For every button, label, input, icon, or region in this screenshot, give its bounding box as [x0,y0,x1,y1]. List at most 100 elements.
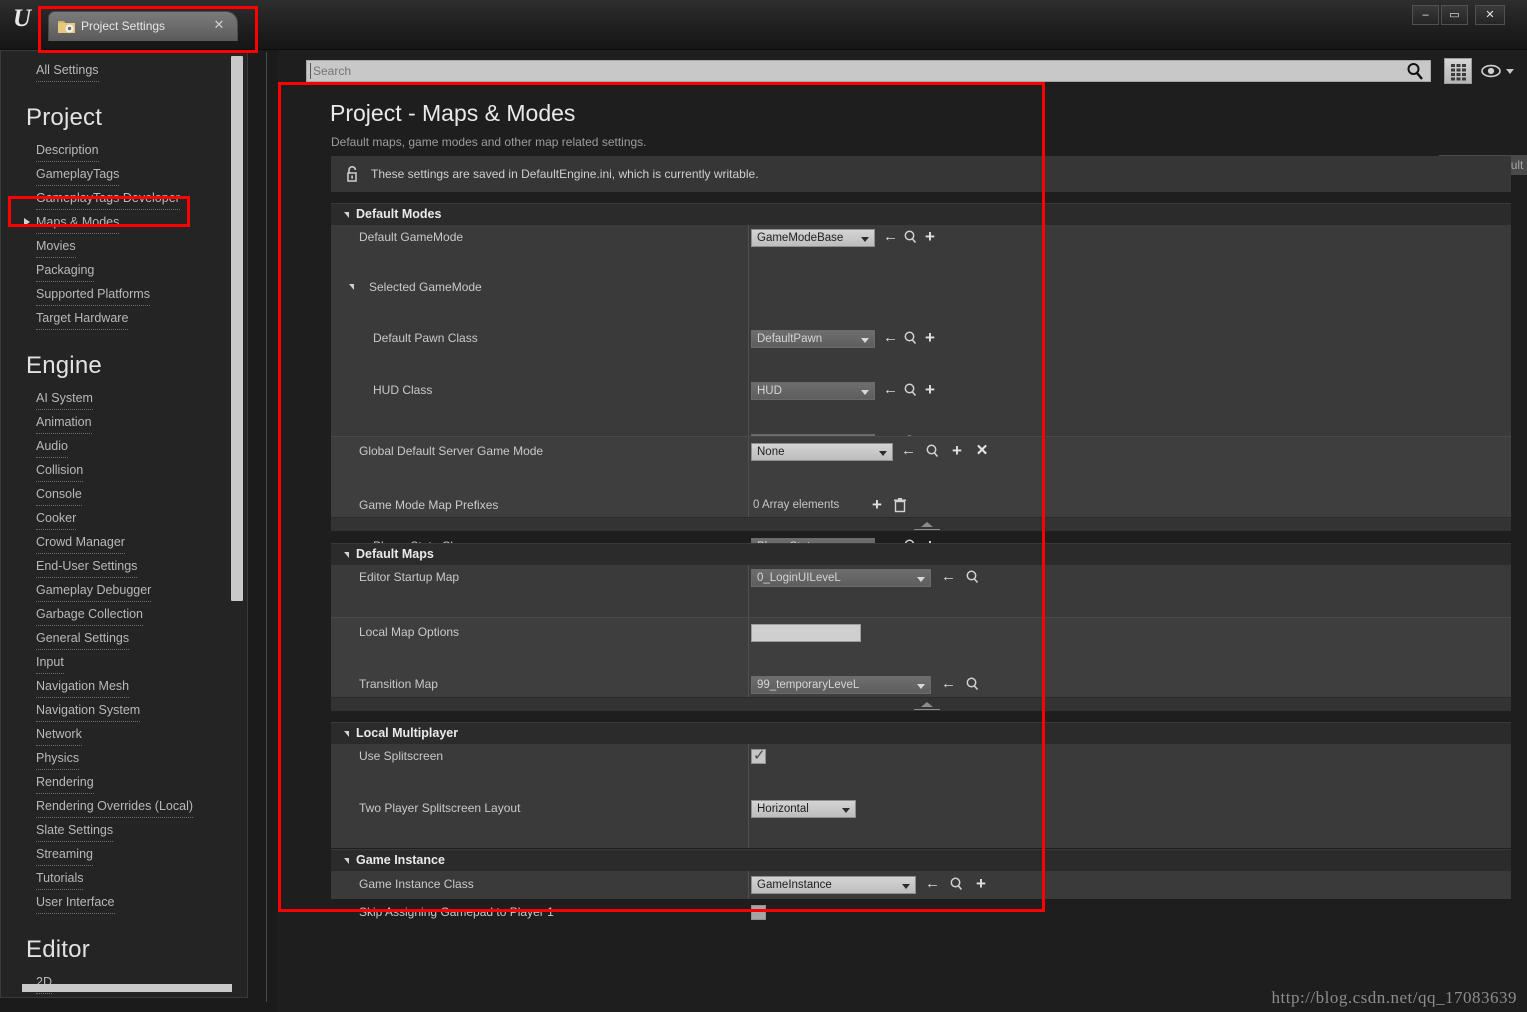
add-plus-icon[interactable]: + [949,442,965,459]
clear-x-icon[interactable]: ✕ [974,443,990,459]
sidebar-item-console[interactable]: Console [0,482,248,506]
sidebar-item-label[interactable]: User Interface [36,890,115,914]
browse-magnifier-icon[interactable] [903,382,919,398]
sidebar-item-label[interactable]: Garbage Collection [36,602,144,626]
sidebar-item-supported-platforms[interactable]: Supported Platforms [0,282,248,306]
sidebar-item-label[interactable]: Rendering Overrides (Local) [36,794,194,818]
window-maximize-button[interactable]: ▭ [1441,5,1468,25]
sidebar-item-label[interactable]: Movies [36,234,76,258]
global-default-server-game-mode-combo[interactable]: None [751,443,893,461]
reset-arrow-icon[interactable]: ← [901,443,917,459]
two-player-splitscreen-layout-combo[interactable]: Horizontal [751,800,856,818]
row-selected-gamemode[interactable]: Selected GameMode [331,275,1511,301]
sidebar-item-appearance[interactable]: Appearance [0,994,248,998]
settings-sidebar[interactable]: All Settings Project Description Gamepla… [0,50,248,998]
add-plus-icon[interactable]: + [869,496,885,513]
sidebar-item-label[interactable]: Maps & Modes [36,210,120,234]
sidebar-item-navigation-mesh[interactable]: Navigation Mesh [0,674,248,698]
search-input[interactable] [306,60,1431,82]
collapse-up-icon[interactable] [921,522,933,527]
collapse-up-icon[interactable] [921,702,933,707]
collapse-triangle-icon[interactable] [344,731,349,737]
section-collapse-footer-default-modes[interactable] [331,517,1511,531]
browse-magnifier-icon[interactable] [965,569,981,585]
sidebar-item-gameplaytags[interactable]: GameplayTags [0,162,248,186]
panel-splitter[interactable] [266,52,267,1002]
sidebar-scrollbar-thumb[interactable] [231,56,243,601]
sidebar-item-general-settings[interactable]: General Settings [0,626,248,650]
hud-class-combo[interactable]: HUD [751,382,875,400]
window-minimize-button[interactable]: – [1412,5,1439,25]
tab-close-icon[interactable]: ✕ [212,18,226,32]
sidebar-item-label[interactable]: GameplayTags [36,162,120,186]
local-map-options-input[interactable] [751,624,861,642]
collapse-triangle-icon[interactable] [349,284,354,290]
sidebar-item-label[interactable]: End-User Settings [36,554,138,578]
transition-map-combo[interactable]: 99_temporaryLeveL [751,676,931,694]
sidebar-item-label[interactable]: Target Hardware [36,306,129,330]
sidebar-item-streaming[interactable]: Streaming [0,842,248,866]
sidebar-item-all-settings[interactable]: All Settings [36,58,99,82]
use-splitscreen-checkbox[interactable]: ✓ [751,747,766,764]
sidebar-item-movies[interactable]: Movies [0,234,248,258]
section-header-default-modes[interactable]: Default Modes [331,203,1511,225]
sidebar-item-label[interactable]: GameplayTags Developer [36,186,180,210]
sidebar-item-label[interactable]: Tutorials [36,866,84,890]
collapse-triangle-icon[interactable] [344,858,349,864]
reset-arrow-icon[interactable]: ← [883,330,899,346]
sidebar-item-garbage-collection[interactable]: Garbage Collection [0,602,248,626]
delete-trash-icon[interactable] [892,497,908,513]
sidebar-item-gameplay-debugger[interactable]: Gameplay Debugger [0,578,248,602]
default-gamemode-combo[interactable]: GameModeBase [751,229,875,247]
sidebar-item-tutorials[interactable]: Tutorials [0,866,248,890]
sidebar-item-user-interface[interactable]: User Interface [0,890,248,914]
sidebar-item-ai-system[interactable]: AI System [0,386,248,410]
sidebar-item-description[interactable]: Description [0,138,248,162]
sidebar-item-label[interactable]: Streaming [36,842,93,866]
sidebar-item-label[interactable]: Crowd Manager [36,530,125,554]
sidebar-item-label[interactable]: Animation [36,410,92,434]
sidebar-item-slate-settings[interactable]: Slate Settings [0,818,248,842]
collapse-triangle-icon[interactable] [344,212,349,218]
sidebar-item-label[interactable]: Supported Platforms [36,282,150,306]
browse-magnifier-icon[interactable] [965,676,981,692]
game-instance-class-combo[interactable]: GameInstance [751,876,916,894]
sidebar-item-maps-and-modes[interactable]: Maps & Modes [0,210,248,234]
sidebar-item-label[interactable]: Description [36,138,99,162]
tab-project-settings[interactable]: Project Settings ✕ [48,11,238,41]
sidebar-item-label[interactable]: Collision [36,458,84,482]
add-plus-icon[interactable]: + [973,875,989,892]
sidebar-item-end-user-settings[interactable]: End-User Settings [0,554,248,578]
sidebar-item-label[interactable]: Rendering [36,770,94,794]
sidebar-item-audio[interactable]: Audio [0,434,248,458]
sidebar-item-label[interactable]: Network [36,722,82,746]
section-header-default-maps[interactable]: Default Maps [331,543,1511,565]
sidebar-item-physics[interactable]: Physics [0,746,248,770]
add-plus-icon[interactable]: + [922,329,938,346]
sidebar-item-gameplaytags-developer[interactable]: GameplayTags Developer [0,186,248,210]
browse-magnifier-icon[interactable] [903,229,919,245]
reset-arrow-icon[interactable]: ← [925,876,941,892]
sidebar-item-label[interactable]: Cooker [36,506,77,530]
default-pawn-class-combo[interactable]: DefaultPawn [751,330,875,348]
search-icon[interactable] [1406,62,1424,80]
reset-arrow-icon[interactable]: ← [941,569,957,585]
add-plus-icon[interactable]: + [922,228,938,245]
browse-magnifier-icon[interactable] [949,876,965,892]
reset-arrow-icon[interactable]: ← [941,676,957,692]
sidebar-item-label[interactable]: Console [36,482,82,506]
add-plus-icon[interactable]: + [922,381,938,398]
sidebar-item-label[interactable]: Slate Settings [36,818,114,842]
section-header-local-multiplayer[interactable]: Local Multiplayer [331,722,1511,744]
editor-startup-map-combo[interactable]: 0_LoginUILeveL [751,569,931,587]
browse-magnifier-icon[interactable] [903,330,919,346]
chevron-down-icon[interactable] [1506,69,1514,74]
sidebar-item-navigation-system[interactable]: Navigation System [0,698,248,722]
section-collapse-footer-default-maps[interactable] [331,697,1511,711]
window-close-button[interactable]: ✕ [1475,5,1505,25]
reset-arrow-icon[interactable]: ← [883,229,899,245]
sidebar-item-cooker[interactable]: Cooker [0,506,248,530]
sidebar-item-label[interactable]: Physics [36,746,80,770]
browse-magnifier-icon[interactable] [925,443,941,459]
sidebar-item-crowd-manager[interactable]: Crowd Manager [0,530,248,554]
